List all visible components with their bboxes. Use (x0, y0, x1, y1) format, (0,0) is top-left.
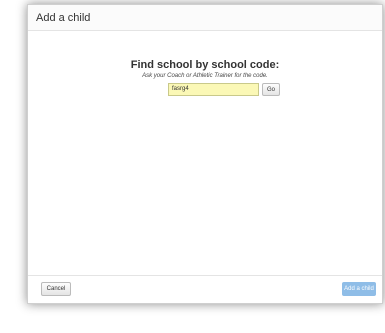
find-school-help-text: Ask your Coach or Athletic Trainer for t… (142, 73, 268, 79)
school-code-input[interactable]: fasrg4 (168, 83, 259, 96)
dialog-title: Add a child (36, 12, 91, 24)
add-child-dialog: Add a child Find school by school code: … (27, 4, 383, 304)
add-child-button[interactable]: Add a child (342, 282, 376, 296)
go-button[interactable]: Go (262, 83, 280, 96)
dialog-header: Add a child (28, 5, 382, 31)
cancel-button[interactable]: Cancel (41, 282, 71, 296)
dialog-footer: Cancel Add a child (28, 275, 382, 303)
find-school-heading: Find school by school code: (130, 59, 280, 71)
